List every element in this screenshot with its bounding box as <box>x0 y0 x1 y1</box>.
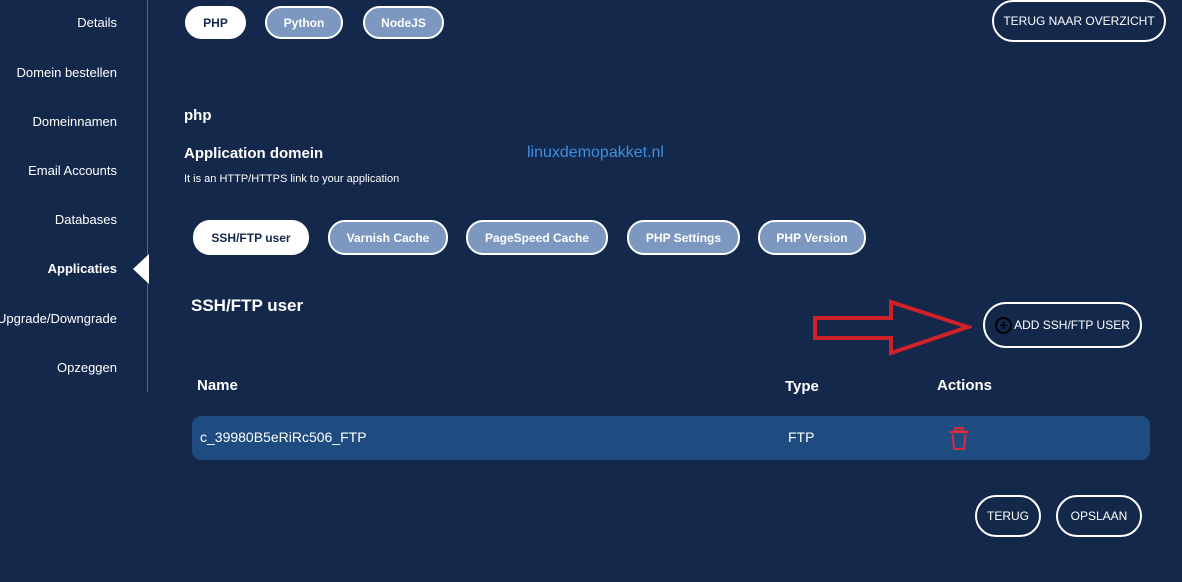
column-header-type: Type <box>785 378 819 395</box>
red-arrow-icon <box>813 299 972 356</box>
active-indicator-caret <box>133 254 149 284</box>
sidebar-item-details[interactable]: Details <box>77 15 117 30</box>
row-name: c_39980B5eRiRc506_FTP <box>200 429 367 445</box>
sidebar-item-opzeggen[interactable]: Opzeggen <box>57 360 117 375</box>
column-header-name: Name <box>197 377 238 394</box>
application-domain-heading: Application domein <box>184 145 324 162</box>
trash-icon[interactable] <box>949 427 969 451</box>
tab-ssh-ftp-user[interactable]: SSH/FTP user <box>193 220 309 255</box>
back-button[interactable]: TERUG <box>975 495 1041 537</box>
sidebar: Details Domein bestellen Domeinnamen Ema… <box>0 0 148 392</box>
sidebar-item-applicaties[interactable]: Applicaties <box>48 261 117 276</box>
section-title: SSH/FTP user <box>191 296 304 315</box>
row-type: FTP <box>788 429 815 445</box>
tab-pagespeed-cache[interactable]: PageSpeed Cache <box>466 220 608 255</box>
sidebar-item-email-accounts[interactable]: Email Accounts <box>28 163 117 178</box>
back-to-overview-button[interactable]: TERUG NAAR OVERZICHT <box>992 0 1166 42</box>
tab-python[interactable]: Python <box>265 6 343 39</box>
table-row: c_39980B5eRiRc506_FTP FTP <box>192 416 1150 460</box>
tab-php-version[interactable]: PHP Version <box>758 220 866 255</box>
tab-varnish-cache[interactable]: Varnish Cache <box>328 220 448 255</box>
sidebar-item-databases[interactable]: Databases <box>55 212 117 227</box>
add-ssh-ftp-user-label: ADD SSH/FTP USER <box>1014 318 1130 332</box>
tab-nodejs[interactable]: NodeJS <box>363 6 444 39</box>
column-header-actions: Actions <box>937 377 993 394</box>
tab-php[interactable]: PHP <box>185 6 246 39</box>
sidebar-item-upgrade-downgrade[interactable]: Upgrade/Downgrade <box>0 311 117 326</box>
sidebar-item-domeinnamen[interactable]: Domeinnamen <box>32 114 117 129</box>
application-domain-hint: It is an HTTP/HTTPS link to your applica… <box>184 173 400 185</box>
save-button[interactable]: OPSLAAN <box>1056 495 1142 537</box>
add-ssh-ftp-user-button[interactable]: + ADD SSH/FTP USER <box>983 302 1142 348</box>
application-domain-link[interactable]: linuxdemopakket.nl <box>527 144 664 162</box>
app-type-label: php <box>184 107 212 124</box>
sidebar-item-domein-bestellen[interactable]: Domein bestellen <box>17 65 117 80</box>
tab-php-settings[interactable]: PHP Settings <box>627 220 740 255</box>
plus-circle-icon: + <box>995 316 1013 334</box>
